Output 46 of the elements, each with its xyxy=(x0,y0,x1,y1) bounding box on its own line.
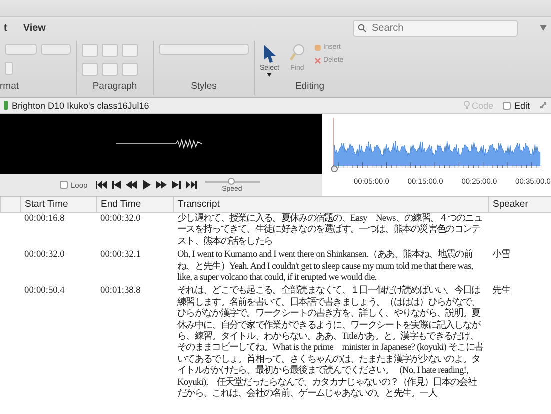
transcript-text: それは、どこでも起こる。全部読まなくて、１日一個だけ読めばいい。今日は練習します。名前を書いて。日本語で書きましょう。（ははは）ひらがなで、ひらがなか漢字で。ワークシートの書き方を、詳しく、やりながら、説明。夏休み中に、自分で家で作業ができるように、ワークシートを実際に記入しながら、練習。タイトル、わからない。ああ、Titleかあ。と。漢字もできるだけ、そのままコピーしてね。What is the prime minister in Japanese? (koyuki) そこに書いてあるでしょ。首相って。さくちゃんのは、たまたま漢字が少ないのよ。タイトルがかけたら、最初から最後まで読んでください。（No, I hate reading!, Koyuki). 任天堂だったらなんで、カタカナじゃないの？（作見）日本の会社だから、これは、会社の名前、ゲームじゃあないの。と先生。一人 xyxy=(178,286,484,400)
slider-thumb[interactable] xyxy=(228,178,236,184)
dropdown-icon[interactable] xyxy=(540,25,547,31)
close-icon xyxy=(315,58,322,64)
group-label: Paragraph xyxy=(92,81,138,94)
size-field[interactable] xyxy=(41,44,71,55)
table-cell: 00:00:32.0 xyxy=(24,250,65,260)
document-title: Brighton D10 Ikuko's class16Jul16 xyxy=(12,100,150,110)
skip-to-end-icon[interactable] xyxy=(186,180,197,190)
table-cell: 00:00:16.8 xyxy=(24,214,65,224)
transcript-text: Oh, I went to Kumamo and I went there on Shinkansen.（ああ、熊本ね、地震の前ね、と先生）Yeah. And I couldn't get to sleep cause my mum told me that there was, like, a super volcano that could, if it erupted we would die. xyxy=(178,250,474,284)
column-header[interactable]: Transcript xyxy=(174,197,488,212)
previous-icon[interactable] xyxy=(110,180,122,190)
table-cell: 00:00:50.4 xyxy=(24,286,65,296)
node-icon xyxy=(4,101,8,110)
group-label: Styles xyxy=(190,81,218,94)
search-input[interactable]: Search xyxy=(370,22,494,34)
column-header[interactable]: Speaker xyxy=(488,197,551,212)
transcript-text: 少し遅れて、授業に入る。夏休みの宿題の、Easy News、の練習。４つのニュースを持ってきて、生徒に好きなのを選ばす。一つは、熊本の災害色のコンテスト、熊本の話をしたら xyxy=(178,214,484,248)
search-icon xyxy=(358,24,367,32)
fast-forward-icon[interactable] xyxy=(156,180,167,190)
edit-label: Edit xyxy=(514,100,530,110)
table-cell: 00:00:32.0 xyxy=(100,214,141,224)
table-cell: 00:01:38.8 xyxy=(100,286,141,296)
search-field[interactable]: Search xyxy=(353,20,518,36)
column-header[interactable]: Start Time xyxy=(20,197,96,212)
table-cell: 00:00:32.1 xyxy=(100,250,141,260)
ribbon-tab[interactable]: View xyxy=(23,22,46,34)
lightbulb-icon xyxy=(464,101,470,110)
rewind-icon[interactable] xyxy=(126,180,137,190)
cursor-icon xyxy=(262,44,278,64)
group-label: rmat xyxy=(0,81,20,94)
column-header[interactable]: End Time xyxy=(96,197,174,212)
table-cell: 先生 xyxy=(492,286,510,296)
group-label: Editing xyxy=(294,81,326,94)
expand-icon[interactable] xyxy=(540,102,547,109)
styles-field[interactable] xyxy=(159,44,249,55)
font-field[interactable] xyxy=(5,44,37,55)
caret-icon xyxy=(267,73,272,77)
edit-checkbox[interactable] xyxy=(503,102,512,110)
loop-checkbox[interactable] xyxy=(60,181,68,189)
table-cell: 小雪 xyxy=(492,250,510,260)
skip-to-start-icon[interactable] xyxy=(96,180,107,190)
play-icon[interactable] xyxy=(140,180,152,190)
ribbon-tab[interactable]: t xyxy=(4,22,8,34)
next-icon[interactable] xyxy=(170,180,182,190)
